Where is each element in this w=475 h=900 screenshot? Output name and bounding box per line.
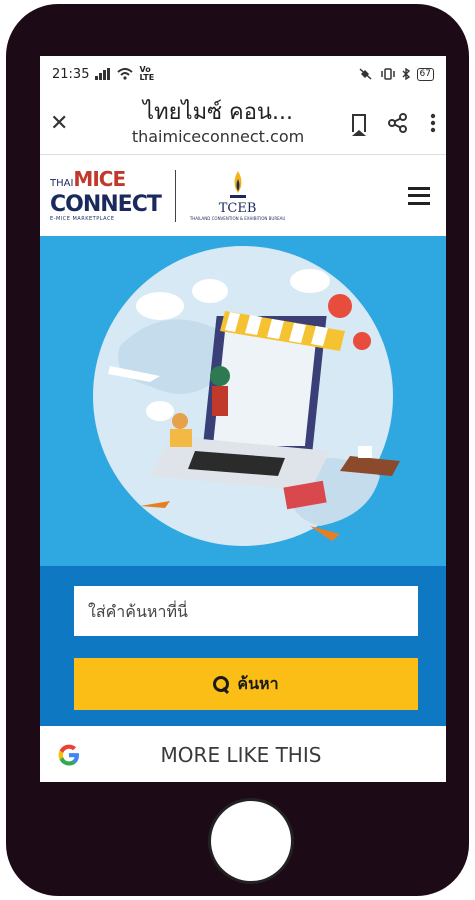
bookmark-icon[interactable] — [352, 114, 366, 136]
more-like-this-label: MORE LIKE THIS — [160, 743, 322, 767]
tceb-emblem-icon — [229, 170, 246, 198]
url-block[interactable]: ไทยไมซ์ คอน... thaimiceconnect.com — [90, 99, 346, 147]
home-button[interactable] — [208, 798, 294, 884]
search-input[interactable] — [74, 586, 418, 636]
browser-toolbar: ✕ ไทยไมซ์ คอน... thaimiceconnect.com — [40, 92, 446, 154]
search-panel: ค้นหา — [40, 566, 446, 726]
close-icon[interactable]: ✕ — [50, 111, 90, 136]
hero-illustration — [40, 236, 446, 566]
status-bar: 21:35 Vo LTE 67 — [40, 56, 446, 92]
site-header: THAIMICE CONNECT E-MICE MARKETPLACE TCEB… — [40, 154, 446, 236]
more-vert-icon[interactable] — [430, 113, 436, 133]
phone-frame: 21:35 Vo LTE 67 ✕ ไทยไมซ์ คอน... thaimic… — [6, 4, 469, 896]
hero-artwork — [93, 246, 400, 546]
vibrate-icon — [380, 68, 395, 80]
more-like-this-bar[interactable]: MORE LIKE THIS — [40, 728, 446, 782]
menu-icon[interactable] — [408, 186, 430, 205]
mute-vibrate-icon — [359, 68, 372, 80]
wifi-icon — [117, 68, 134, 80]
tceb-logo[interactable]: TCEB THAILAND CONVENTION & EXHIBITION BU… — [190, 170, 285, 221]
page-title: ไทยไมซ์ คอน... — [143, 100, 293, 125]
status-time: 21:35 — [52, 66, 90, 82]
phone-screen: 21:35 Vo LTE 67 ✕ ไทยไมซ์ คอน... thaimic… — [40, 56, 446, 782]
battery-icon: 67 — [416, 67, 434, 81]
search-button-label: ค้นหา — [237, 673, 279, 693]
logo-divider — [174, 169, 176, 222]
search-button[interactable]: ค้นหา — [74, 658, 418, 710]
share-icon[interactable] — [388, 113, 408, 133]
signal-icon — [95, 68, 111, 80]
thaimiceconnect-logo[interactable]: THAIMICE CONNECT E-MICE MARKETPLACE — [50, 169, 162, 222]
page-domain: thaimiceconnect.com — [131, 127, 305, 146]
search-icon — [213, 676, 230, 692]
bluetooth-icon — [402, 68, 410, 80]
network-badge: Vo LTE — [139, 65, 155, 82]
google-icon — [58, 744, 79, 766]
